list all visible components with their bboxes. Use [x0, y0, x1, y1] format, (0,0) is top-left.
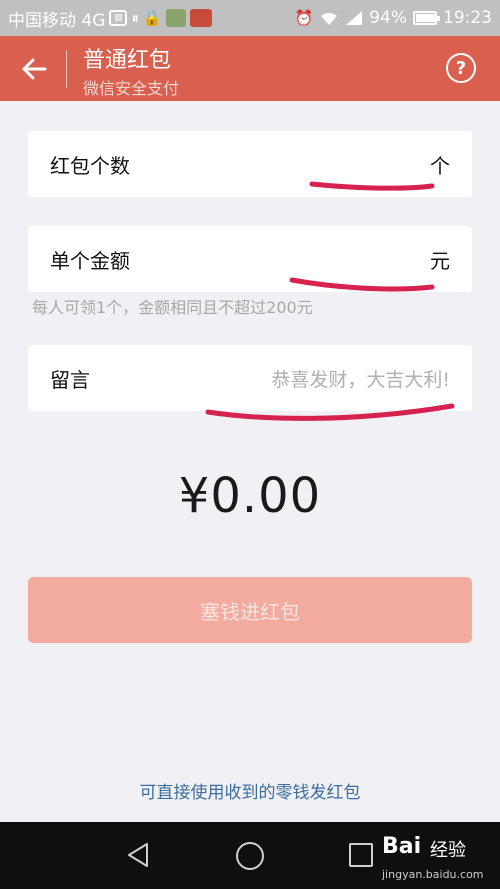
watermark-url: jingyan.baidu.com [382, 868, 484, 881]
app-icon [165, 9, 186, 27]
watermark-logo: Bai [382, 834, 422, 859]
navigation-bar: Bai 经验 jingyan.baidu.com [0, 822, 500, 889]
alarm-icon: ⏰ [294, 9, 314, 27]
nav-recent-icon[interactable] [349, 843, 373, 867]
help-button[interactable]: ? [446, 53, 476, 83]
amount-unit: 元 [430, 248, 450, 273]
message-label: 留言 [50, 367, 90, 392]
total-amount: ¥0.00 [178, 468, 322, 524]
app-header: 普通红包 微信安全支付 ? [0, 36, 500, 101]
submit-button[interactable]: 塞钱进红包 [28, 577, 472, 643]
amount-label: 单个金额 [50, 248, 130, 273]
image-icon: ▧ [109, 10, 128, 26]
message-field[interactable]: 留言 恭喜发财，大吉大利! [28, 345, 472, 411]
lock-icon: 🔒 [142, 9, 162, 27]
page-title: 普通红包 [83, 48, 172, 73]
amount-field[interactable]: 单个金额 元 [28, 226, 472, 292]
back-button[interactable] [16, 52, 52, 86]
pause-icon: ⏸ [131, 9, 139, 27]
carrier-label: 中国移动 4G [8, 10, 106, 31]
use-change-link[interactable]: 可直接使用收到的零钱发红包 [0, 778, 500, 803]
page-subtitle: 微信安全支付 [83, 79, 180, 98]
watermark-label: 经验 [430, 840, 466, 861]
help-icon: ? [455, 57, 467, 79]
battery-percent: 94% [369, 8, 407, 28]
header-divider [66, 50, 67, 88]
app-icon [189, 9, 212, 27]
back-arrow-icon [22, 58, 47, 80]
count-field[interactable]: 红包个数 个 [28, 131, 472, 197]
nav-home-icon[interactable] [236, 842, 264, 870]
signal-icon [345, 10, 363, 26]
count-unit: 个 [430, 153, 450, 178]
message-placeholder: 恭喜发财，大吉大利! [271, 368, 450, 391]
nav-back-icon[interactable] [125, 842, 151, 868]
battery-icon [413, 11, 440, 25]
wifi-icon [319, 10, 339, 26]
status-bar: 中国移动 4G ▧ ⏸ 🔒 ⏰ 94% 19:23 [0, 0, 500, 36]
amount-hint: 每人可领1个，金额相同且不超过200元 [32, 298, 313, 317]
clock: 19:23 [443, 8, 492, 28]
count-label: 红包个数 [50, 153, 130, 178]
